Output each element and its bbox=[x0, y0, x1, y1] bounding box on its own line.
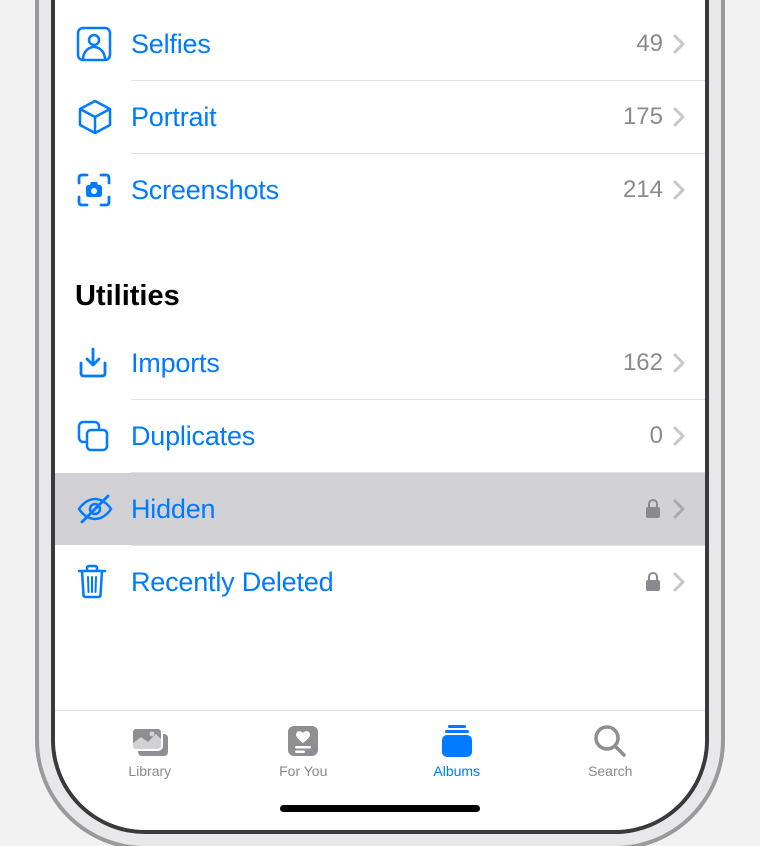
album-screenshots[interactable]: Screenshots 214 bbox=[55, 154, 705, 226]
album-selfies[interactable]: Selfies 49 bbox=[55, 8, 705, 80]
lock-icon bbox=[645, 499, 661, 519]
tab-library[interactable]: Library bbox=[90, 721, 210, 779]
person-square-icon bbox=[75, 25, 131, 63]
search-tab-icon bbox=[592, 721, 628, 761]
tab-search[interactable]: Search bbox=[550, 721, 670, 779]
chevron-right-icon bbox=[673, 499, 685, 519]
utility-count: 0 bbox=[650, 422, 663, 450]
eye-slash-icon bbox=[75, 491, 131, 527]
chevron-right-icon bbox=[673, 180, 685, 200]
home-indicator[interactable] bbox=[280, 805, 480, 812]
utility-hidden[interactable]: Hidden bbox=[55, 473, 705, 545]
tab-label: Library bbox=[128, 763, 171, 779]
tab-label: Search bbox=[588, 763, 632, 779]
album-count: 175 bbox=[623, 103, 663, 131]
tab-label: For You bbox=[279, 763, 327, 779]
library-tab-icon bbox=[128, 721, 172, 761]
utility-label: Imports bbox=[131, 348, 623, 379]
foryou-tab-icon bbox=[285, 721, 321, 761]
import-icon bbox=[75, 345, 131, 381]
album-label: Screenshots bbox=[131, 175, 623, 206]
chevron-right-icon bbox=[673, 34, 685, 54]
chevron-right-icon bbox=[673, 353, 685, 373]
utility-label: Hidden bbox=[131, 494, 645, 525]
utility-label: Recently Deleted bbox=[131, 567, 645, 598]
cube-icon bbox=[75, 97, 131, 137]
trash-icon bbox=[75, 563, 131, 601]
tab-for-you[interactable]: For You bbox=[243, 721, 363, 779]
chevron-right-icon bbox=[673, 107, 685, 127]
album-label: Selfies bbox=[131, 29, 636, 60]
utility-duplicates[interactable]: Duplicates 0 bbox=[55, 400, 705, 472]
photos-app-screen: Selfies 49 Portrait 175 bbox=[55, 0, 705, 830]
utilities-header: Utilities bbox=[55, 226, 705, 327]
utility-count: 162 bbox=[623, 349, 663, 377]
album-label: Portrait bbox=[131, 102, 623, 133]
tab-label: Albums bbox=[433, 763, 480, 779]
tab-albums[interactable]: Albums bbox=[397, 721, 517, 779]
chevron-right-icon bbox=[673, 572, 685, 592]
camera-viewfinder-icon bbox=[75, 171, 131, 209]
albums-tab-icon bbox=[437, 721, 477, 761]
phone-frame: Selfies 49 Portrait 175 bbox=[55, 0, 705, 830]
album-portrait[interactable]: Portrait 175 bbox=[55, 81, 705, 153]
duplicate-icon bbox=[75, 418, 131, 454]
chevron-right-icon bbox=[673, 426, 685, 446]
albums-scroll-content[interactable]: Selfies 49 Portrait 175 bbox=[55, 0, 705, 710]
utility-recently-deleted[interactable]: Recently Deleted bbox=[55, 546, 705, 618]
lock-icon bbox=[645, 572, 661, 592]
utility-label: Duplicates bbox=[131, 421, 650, 452]
utility-imports[interactable]: Imports 162 bbox=[55, 327, 705, 399]
album-count: 49 bbox=[636, 30, 663, 58]
tab-bar: Library For You bbox=[55, 710, 705, 830]
album-count: 214 bbox=[623, 176, 663, 204]
